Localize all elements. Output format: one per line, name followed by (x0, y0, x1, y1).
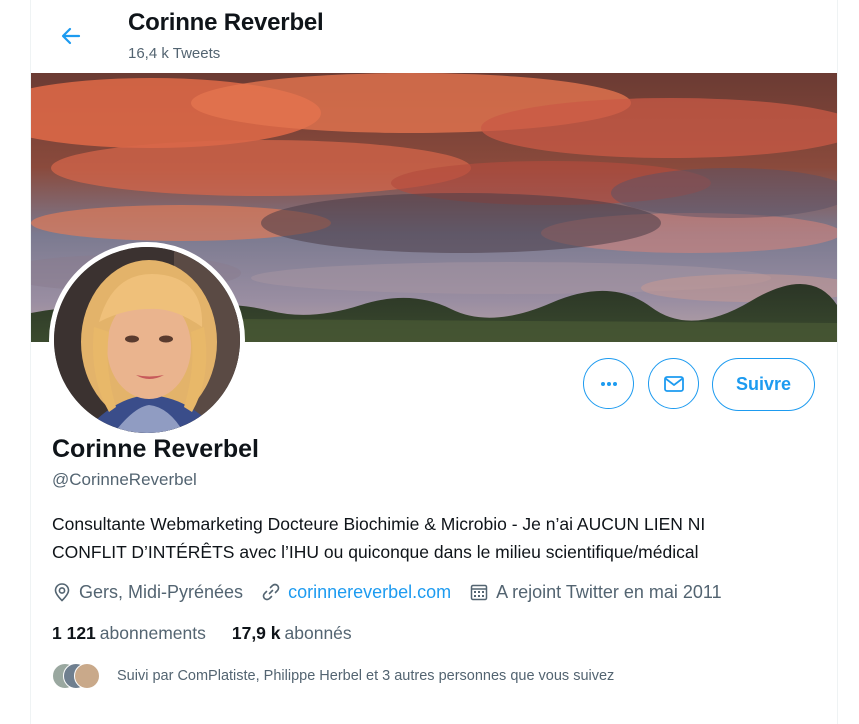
followed-by[interactable]: Suivi par ComPlatiste, Philippe Herbel e… (52, 663, 614, 689)
calendar-icon (469, 582, 489, 602)
join-date: A rejoint Twitter en mai 2011 (469, 581, 722, 603)
envelope-icon (663, 375, 684, 392)
message-button[interactable] (648, 358, 699, 409)
location-text: Gers, Midi-Pyrénées (79, 581, 244, 602)
profile-avatar[interactable] (49, 242, 245, 438)
website-link[interactable]: corinnereverbel.com (288, 582, 451, 603)
tweet-count: 16,4 k Tweets (128, 45, 221, 62)
more-icon (600, 381, 617, 386)
website: corinnereverbel.com (261, 582, 451, 603)
followers-stat[interactable]: 17,9 k abonnés (232, 623, 352, 644)
follow-stats: 1 121 abonnements 17,9 k abonnés (52, 623, 378, 644)
followers-count: 17,9 k (231, 623, 281, 643)
follow-button[interactable]: Suivre (712, 358, 815, 411)
profile-bio: Consultante Webmarketing Docteure Biochi… (52, 510, 822, 566)
header-title: Corinne Reverbel (128, 9, 324, 36)
following-stat[interactable]: 1 121 abonnements (52, 623, 206, 644)
main-column: Corinne Reverbel 16,4 k Tweets Suivre Co… (30, 0, 838, 724)
bio-line-2: CONFLIT D’INTÉRÊTS avec l’IHU ou quiconq… (52, 542, 699, 562)
mini-avatar (74, 663, 100, 689)
followers-label: abonnés (284, 623, 352, 643)
profile-name: Corinne Reverbel (52, 435, 260, 463)
followers-you-know-avatars (52, 663, 102, 689)
join-date-text: A rejoint Twitter en mai 2011 (496, 581, 722, 602)
location: Gers, Midi-Pyrénées (52, 582, 243, 603)
followed-by-text: Suivi par ComPlatiste, Philippe Herbel e… (117, 668, 615, 684)
more-button[interactable] (583, 358, 634, 409)
link-icon (261, 582, 281, 602)
profile-page: Corinne Reverbel 16,4 k Tweets Suivre Co… (0, 0, 859, 724)
location-pin-icon (52, 582, 72, 602)
following-label: abonnements (99, 623, 206, 643)
profile-header: Corinne Reverbel 16,4 k Tweets (31, 0, 837, 73)
back-button[interactable] (53, 18, 89, 54)
profile-handle: @CorinneReverbel (52, 470, 197, 489)
profile-meta: Gers, Midi-Pyrénées corinnereverbel.com (52, 579, 740, 605)
following-count: 1 121 (52, 623, 96, 643)
arrow-left-icon (61, 27, 81, 45)
bio-line-1: Consultante Webmarketing Docteure Biochi… (52, 514, 706, 534)
